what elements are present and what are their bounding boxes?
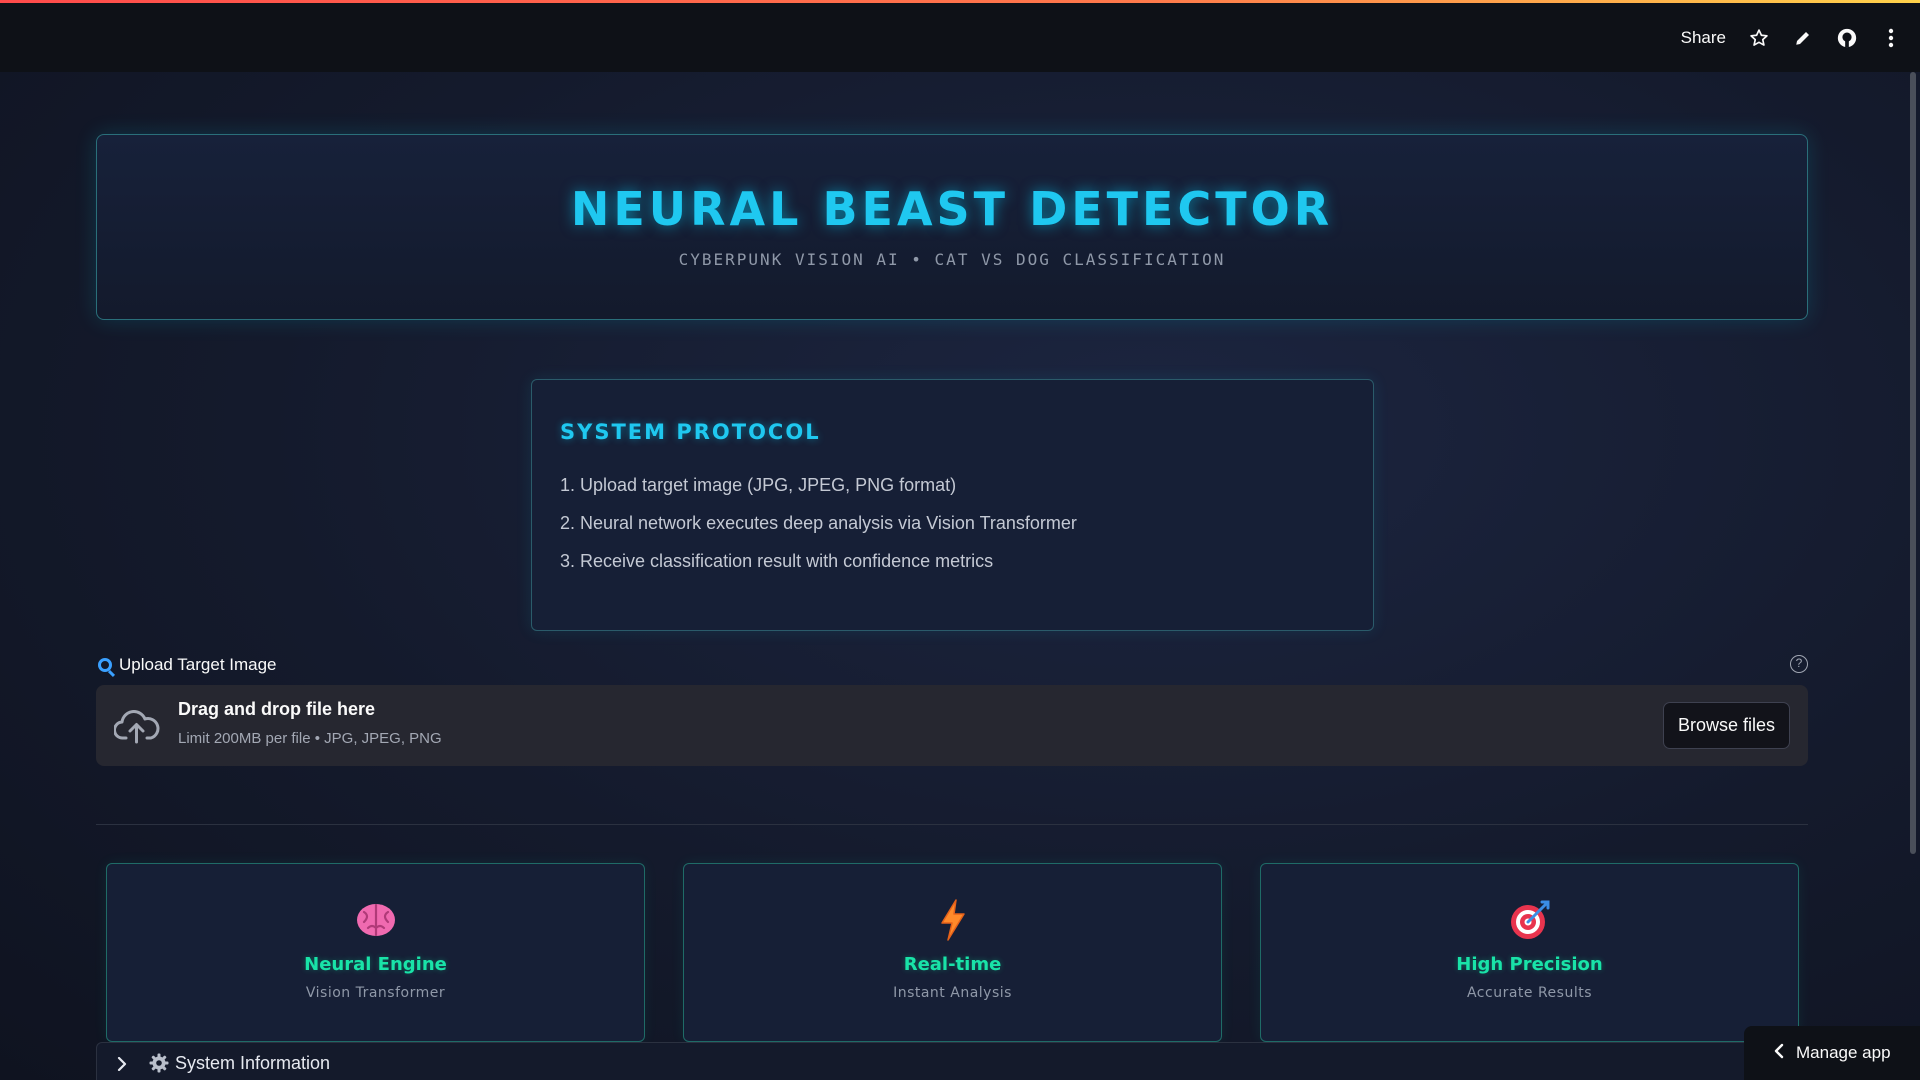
feature-card-neural-engine: Neural Engine Vision Transformer xyxy=(106,863,645,1042)
protocol-step: 2. Neural network executes deep analysis… xyxy=(560,513,1077,533)
feature-title: High Precision xyxy=(1456,954,1603,975)
manage-app-button[interactable]: Manage app xyxy=(1744,1026,1920,1080)
feature-card-real-time: Real-time Instant Analysis xyxy=(683,863,1222,1042)
protocol-card: SYSTEM PROTOCOL 1. Upload target image (… xyxy=(531,379,1374,631)
page-subtitle: CYBERPUNK VISION AI • CAT VS DOG CLASSIF… xyxy=(678,250,1226,269)
system-information-label: System Information xyxy=(175,1053,331,1073)
feature-title: Real-time xyxy=(903,954,1002,975)
manage-app-label: Manage app xyxy=(1796,1043,1891,1062)
upload-label-text: Upload Target Image xyxy=(119,655,277,674)
help-icon[interactable]: ? xyxy=(1790,655,1808,673)
protocol-steps: 1. Upload target image (JPG, JPEG, PNG f… xyxy=(560,474,1345,588)
magnifier-icon xyxy=(98,658,112,672)
brain-icon xyxy=(107,898,644,942)
gear-icon xyxy=(149,1053,169,1077)
star-icon[interactable] xyxy=(1748,27,1770,49)
page-title: NEURAL BEAST DETECTOR xyxy=(570,182,1334,236)
github-icon[interactable] xyxy=(1836,27,1858,49)
feature-card-high-precision: High Precision Accurate Results xyxy=(1260,863,1799,1042)
page-scrollbar[interactable] xyxy=(1910,72,1916,854)
protocol-step: 3. Receive classification result with co… xyxy=(560,551,994,571)
feature-subtitle: Vision Transformer xyxy=(305,985,446,1001)
dropzone-limit: Limit 200MB per file • JPG, JPEG, PNG xyxy=(178,730,442,747)
cloud-upload-icon xyxy=(113,706,160,750)
feature-subtitle: Instant Analysis xyxy=(893,985,1012,1001)
more-vertical-icon[interactable] xyxy=(1880,27,1902,49)
browse-files-button[interactable]: Browse files xyxy=(1662,702,1790,749)
toolbar-actions: Share xyxy=(1681,3,1902,72)
pencil-icon[interactable] xyxy=(1792,27,1814,49)
target-icon xyxy=(1261,898,1798,942)
chevron-left-icon xyxy=(1774,1043,1784,1063)
protocol-title: SYSTEM PROTOCOL xyxy=(560,420,821,444)
upload-label: Upload Target Image xyxy=(98,655,277,675)
section-divider xyxy=(96,824,1808,825)
app-toolbar: Share xyxy=(0,3,1920,72)
feature-subtitle: Accurate Results xyxy=(1466,985,1593,1001)
protocol-step: 1. Upload target image (JPG, JPEG, PNG f… xyxy=(560,475,957,495)
chevron-right-icon xyxy=(117,1056,127,1075)
feature-title: Neural Engine xyxy=(304,954,447,975)
share-button[interactable]: Share xyxy=(1681,28,1726,48)
file-dropzone[interactable]: Drag and drop file here Limit 200MB per … xyxy=(96,685,1808,766)
hero-banner: NEURAL BEAST DETECTOR CYBERPUNK VISION A… xyxy=(96,134,1808,320)
dropzone-title: Drag and drop file here xyxy=(178,699,376,719)
system-information-expander[interactable]: System Information xyxy=(96,1042,1808,1080)
lightning-icon xyxy=(684,898,1221,942)
